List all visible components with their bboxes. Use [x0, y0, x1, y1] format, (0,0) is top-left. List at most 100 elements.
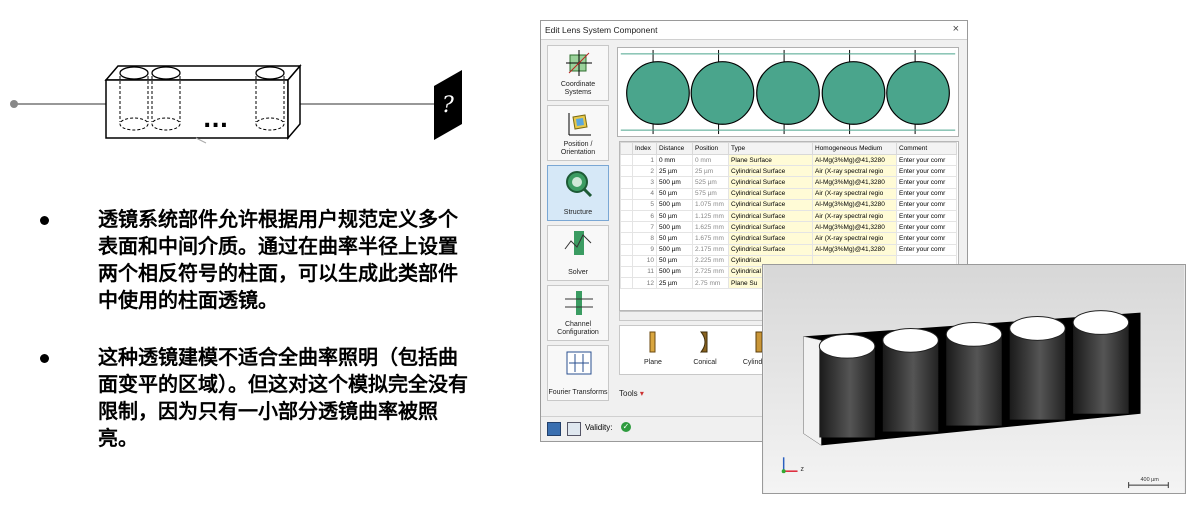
cell-distance[interactable]: 25 µm [656, 277, 693, 290]
nav-structure[interactable]: Structure [547, 165, 609, 221]
cell-comment[interactable]: Enter your comr [896, 232, 957, 245]
cell-medium[interactable]: Al-Mg(3%Mg)@41,3280 [812, 243, 897, 256]
cell-type[interactable]: Cylindrical Surface [728, 165, 813, 178]
table-row[interactable]: 10 mm 0 mm Plane Surface Al-Mg(3%Mg)@41,328… [620, 153, 957, 167]
col-header-medium[interactable]: Homogeneous Medium [812, 142, 897, 155]
cell-position[interactable]: 575 µm [692, 187, 729, 200]
cell-position[interactable]: 525 µm [692, 176, 729, 189]
cell-position[interactable]: 2.75 mm [692, 277, 729, 290]
cell-distance[interactable]: 500 µm [656, 198, 693, 211]
palette-plane[interactable]: Plane [630, 328, 676, 372]
table-row[interactable]: 7 500 µm 1.625 mm Cylindrical Surface Al-Mg(… [620, 221, 957, 234]
cell-type[interactable]: Cylindrical Surface [728, 176, 813, 189]
bullet-text-2: 这种透镜建模不适合全曲率照明（包括曲面变平的区域）。但这对这个模拟完全没有限制，… [98, 345, 468, 450]
cell-comment[interactable]: Enter your comr [896, 198, 957, 211]
cell-distance[interactable]: 500 µm [656, 265, 693, 279]
ellipsis-text: ... [203, 108, 228, 133]
table-row[interactable]: 8 50 µm 1.675 mm Cylindrical Surface Air (X-… [620, 232, 957, 245]
row-header-cell[interactable] [620, 153, 633, 167]
save-icon[interactable] [547, 422, 561, 436]
cell-distance[interactable]: 25 µm [656, 165, 693, 178]
cell-type[interactable]: Cylindrical Surface [728, 232, 813, 245]
cell-position[interactable]: 0 mm [692, 153, 729, 167]
nav-solver[interactable]: Solver [547, 225, 609, 281]
cell-distance[interactable]: 500 µm [656, 176, 693, 189]
cell-comment[interactable]: Enter your comr [896, 153, 957, 167]
row-header-cell[interactable] [620, 277, 633, 290]
tools-label: Tools [619, 389, 638, 398]
cell-distance[interactable]: 500 µm [656, 221, 693, 234]
cell-medium[interactable]: Air (X-ray spectral regio [812, 209, 897, 223]
nav-channel-configuration[interactable]: Channel Configuration [547, 285, 609, 341]
cell-index: 2 [632, 165, 657, 178]
cell-type[interactable]: Cylindrical Surface [728, 221, 813, 234]
cell-medium[interactable]: Al-Mg(3%Mg)@41,3280 [812, 153, 897, 167]
cell-comment[interactable]: Enter your comr [896, 187, 957, 200]
cell-distance[interactable]: 50 µm [656, 232, 693, 245]
col-header-comment[interactable]: Comment [896, 142, 957, 155]
table-row[interactable]: 2 25 µm 25 µm Cylindrical Surface Air (X-ray… [620, 165, 957, 178]
cell-position[interactable]: 25 µm [692, 165, 729, 178]
cell-distance[interactable]: 50 µm [656, 209, 693, 223]
cell-medium[interactable]: Al-Mg(3%Mg)@41,3280 [812, 176, 897, 189]
table-row[interactable]: 3 500 µm 525 µm Cylindrical Surface Al-Mg(3%… [620, 176, 957, 189]
row-header-cell[interactable] [620, 165, 633, 178]
row-header-cell[interactable] [620, 254, 633, 267]
row-header-cell[interactable] [620, 232, 633, 245]
validity-label: Validity: [585, 423, 613, 432]
load-icon[interactable] [567, 422, 581, 436]
cell-position[interactable]: 1.675 mm [692, 232, 729, 245]
cell-comment[interactable]: Enter your comr [896, 209, 957, 223]
lens-preview-panel [617, 47, 959, 137]
cell-comment[interactable]: Enter your comr [896, 176, 957, 189]
cell-position[interactable]: 2.225 mm [692, 254, 729, 267]
cell-position[interactable]: 1.125 mm [692, 209, 729, 223]
palette-conical[interactable]: Conical [682, 328, 728, 372]
fourier-transforms-icon [566, 351, 592, 375]
col-header-position[interactable]: Position [692, 142, 729, 155]
cell-distance[interactable]: 500 µm [656, 243, 693, 256]
row-header-cell[interactable] [620, 209, 633, 223]
col-header-distance[interactable]: Distance [656, 142, 693, 155]
row-header-cell[interactable] [620, 265, 633, 279]
lens-element [626, 61, 690, 125]
cell-type[interactable]: Cylindrical Surface [728, 198, 813, 211]
cell-medium[interactable]: Al-Mg(3%Mg)@41,3280 [812, 198, 897, 211]
table-row[interactable]: 4 50 µm 575 µm Cylindrical Surface Air (X-ra… [620, 187, 957, 200]
close-icon[interactable]: × [953, 23, 959, 35]
row-header-cell[interactable] [620, 176, 633, 189]
cell-medium[interactable]: Air (X-ray spectral regio [812, 232, 897, 245]
nav-label: Solver [568, 269, 588, 276]
table-row[interactable]: 5 500 µm 1.075 mm Cylindrical Surface Al-Mg(… [620, 198, 957, 211]
cell-medium[interactable]: Air (X-ray spectral regio [812, 165, 897, 178]
cell-position[interactable]: 1.075 mm [692, 198, 729, 211]
table-row[interactable]: 6 50 µm 1.125 mm Cylindrical Surface Air (X-… [620, 209, 957, 223]
cell-distance[interactable]: 50 µm [656, 187, 693, 200]
cell-medium[interactable]: Air (X-ray spectral regio [812, 187, 897, 200]
nav-coordinate-systems[interactable]: Coordinate Systems [547, 45, 609, 101]
col-header-type[interactable]: Type [728, 142, 813, 155]
tools-menu[interactable]: Tools ▾ [619, 389, 644, 398]
cell-type[interactable]: Cylindrical Surface [728, 243, 813, 256]
cell-comment[interactable]: Enter your comr [896, 221, 957, 234]
cell-comment[interactable]: Enter your comr [896, 243, 957, 256]
cell-distance[interactable]: 0 mm [656, 153, 693, 167]
row-header-cell[interactable] [620, 243, 633, 256]
cell-medium[interactable]: Al-Mg(3%Mg)@41,3280 [812, 221, 897, 234]
nav-position-orientation[interactable]: Position / Orientation [547, 105, 609, 161]
col-header-index[interactable]: Index [632, 142, 657, 155]
table-row[interactable]: 9 500 µm 2.175 mm Cylindrical Surface Al-Mg(… [620, 243, 957, 256]
cell-comment[interactable]: Enter your comr [896, 165, 957, 178]
cell-type[interactable]: Cylindrical Surface [728, 209, 813, 223]
nav-fourier-transforms[interactable]: Fourier Transforms [547, 345, 609, 401]
cell-type[interactable]: Plane Surface [728, 153, 813, 167]
row-header-cell[interactable] [620, 187, 633, 200]
cell-type[interactable]: Cylindrical Surface [728, 187, 813, 200]
row-header-cell[interactable] [620, 221, 633, 234]
cell-position[interactable]: 2.725 mm [692, 265, 729, 279]
row-header-cell[interactable] [620, 198, 633, 211]
cell-position[interactable]: 1.625 mm [692, 221, 729, 234]
validity-ok-icon: ✓ [621, 422, 631, 432]
cell-position[interactable]: 2.175 mm [692, 243, 729, 256]
cell-distance[interactable]: 50 µm [656, 254, 693, 267]
